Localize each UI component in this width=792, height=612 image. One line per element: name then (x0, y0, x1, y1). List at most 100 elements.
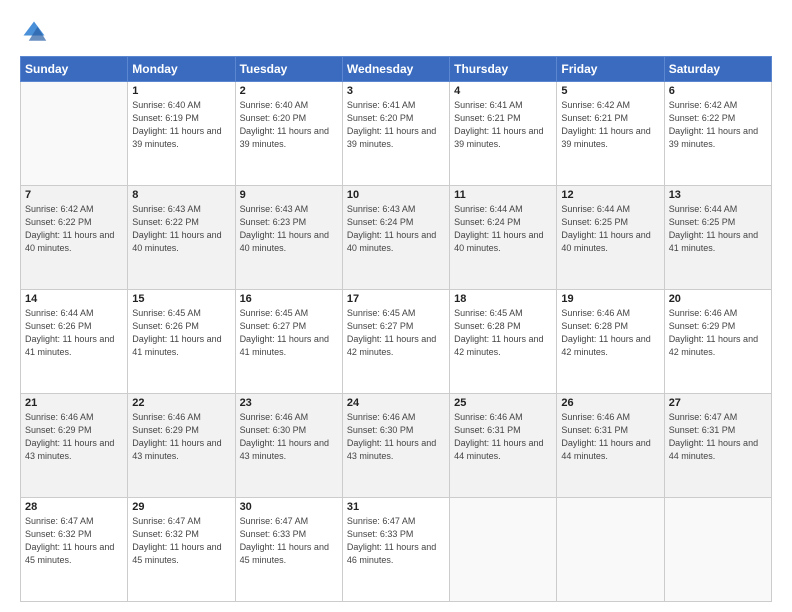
day-number: 29 (132, 501, 230, 513)
day-number: 14 (25, 293, 123, 305)
calendar-cell (557, 498, 664, 602)
calendar-cell: 12 Sunrise: 6:44 AM Sunset: 6:25 PM Dayli… (557, 186, 664, 290)
column-header-friday: Friday (557, 57, 664, 82)
day-detail: Sunrise: 6:46 AM Sunset: 6:31 PM Dayligh… (454, 411, 552, 463)
calendar-cell: 22 Sunrise: 6:46 AM Sunset: 6:29 PM Dayli… (128, 394, 235, 498)
column-header-sunday: Sunday (21, 57, 128, 82)
day-detail: Sunrise: 6:46 AM Sunset: 6:30 PM Dayligh… (240, 411, 338, 463)
calendar-cell: 23 Sunrise: 6:46 AM Sunset: 6:30 PM Dayli… (235, 394, 342, 498)
day-detail: Sunrise: 6:41 AM Sunset: 6:21 PM Dayligh… (454, 99, 552, 151)
calendar-cell: 5 Sunrise: 6:42 AM Sunset: 6:21 PM Daylig… (557, 82, 664, 186)
calendar-header-row: SundayMondayTuesdayWednesdayThursdayFrid… (21, 57, 772, 82)
calendar-cell: 26 Sunrise: 6:46 AM Sunset: 6:31 PM Dayli… (557, 394, 664, 498)
day-detail: Sunrise: 6:42 AM Sunset: 6:22 PM Dayligh… (669, 99, 767, 151)
calendar-cell: 9 Sunrise: 6:43 AM Sunset: 6:23 PM Daylig… (235, 186, 342, 290)
day-number: 28 (25, 501, 123, 513)
calendar-cell: 8Sunrise: 6:43 AM Sunset: 6:22 PM Daylig… (128, 186, 235, 290)
day-detail: Sunrise: 6:40 AM Sunset: 6:19 PM Dayligh… (132, 99, 230, 151)
calendar-cell: 4 Sunrise: 6:41 AM Sunset: 6:21 PM Daylig… (450, 82, 557, 186)
day-number: 16 (240, 293, 338, 305)
week-row-3: 14 Sunrise: 6:44 AM Sunset: 6:26 PM Dayli… (21, 290, 772, 394)
logo (20, 18, 52, 46)
day-number: 17 (347, 293, 445, 305)
day-number: 11 (454, 189, 552, 201)
day-detail: Sunrise: 6:46 AM Sunset: 6:30 PM Dayligh… (347, 411, 445, 463)
calendar-cell: 16 Sunrise: 6:45 AM Sunset: 6:27 PM Dayli… (235, 290, 342, 394)
day-detail: Sunrise: 6:46 AM Sunset: 6:31 PM Dayligh… (561, 411, 659, 463)
day-detail: Sunrise: 6:46 AM Sunset: 6:28 PM Dayligh… (561, 307, 659, 359)
day-detail: Sunrise: 6:47 AM Sunset: 6:33 PM Dayligh… (347, 515, 445, 567)
column-header-saturday: Saturday (664, 57, 771, 82)
page: SundayMondayTuesdayWednesdayThursdayFrid… (0, 0, 792, 612)
day-detail: Sunrise: 6:45 AM Sunset: 6:27 PM Dayligh… (347, 307, 445, 359)
calendar-cell: 2 Sunrise: 6:40 AM Sunset: 6:20 PM Daylig… (235, 82, 342, 186)
calendar-cell: 30 Sunrise: 6:47 AM Sunset: 6:33 PM Dayli… (235, 498, 342, 602)
calendar-cell: 17 Sunrise: 6:45 AM Sunset: 6:27 PM Dayli… (342, 290, 449, 394)
week-row-1: 1 Sunrise: 6:40 AM Sunset: 6:19 PM Daylig… (21, 82, 772, 186)
column-header-monday: Monday (128, 57, 235, 82)
calendar-cell: 1 Sunrise: 6:40 AM Sunset: 6:19 PM Daylig… (128, 82, 235, 186)
day-number: 6 (669, 85, 767, 97)
day-number: 2 (240, 85, 338, 97)
day-number: 5 (561, 85, 659, 97)
calendar-cell: 20 Sunrise: 6:46 AM Sunset: 6:29 PM Dayli… (664, 290, 771, 394)
day-detail: Sunrise: 6:41 AM Sunset: 6:20 PM Dayligh… (347, 99, 445, 151)
calendar-cell: 15 Sunrise: 6:45 AM Sunset: 6:26 PM Dayli… (128, 290, 235, 394)
day-number: 26 (561, 397, 659, 409)
column-header-thursday: Thursday (450, 57, 557, 82)
day-detail: Sunrise: 6:43 AM Sunset: 6:24 PM Dayligh… (347, 203, 445, 255)
day-detail: Sunrise: 6:45 AM Sunset: 6:28 PM Dayligh… (454, 307, 552, 359)
day-detail: Sunrise: 6:47 AM Sunset: 6:32 PM Dayligh… (132, 515, 230, 567)
day-detail: Sunrise: 6:43 AM Sunset: 6:23 PM Dayligh… (240, 203, 338, 255)
day-number: 22 (132, 397, 230, 409)
calendar-cell: 19 Sunrise: 6:46 AM Sunset: 6:28 PM Dayli… (557, 290, 664, 394)
calendar-cell: 7Sunrise: 6:42 AM Sunset: 6:22 PM Daylig… (21, 186, 128, 290)
day-detail: Sunrise: 6:40 AM Sunset: 6:20 PM Dayligh… (240, 99, 338, 151)
calendar-cell: 27Sunrise: 6:47 AM Sunset: 6:31 PM Dayli… (664, 394, 771, 498)
week-row-5: 28 Sunrise: 6:47 AM Sunset: 6:32 PM Dayli… (21, 498, 772, 602)
day-detail: Sunrise: 6:44 AM Sunset: 6:25 PM Dayligh… (561, 203, 659, 255)
day-detail: Sunrise: 6:44 AM Sunset: 6:26 PM Dayligh… (25, 307, 123, 359)
column-header-tuesday: Tuesday (235, 57, 342, 82)
day-number: 8 (132, 189, 230, 201)
calendar-cell: 3Sunrise: 6:41 AM Sunset: 6:20 PM Daylig… (342, 82, 449, 186)
day-number: 15 (132, 293, 230, 305)
calendar-cell: 18Sunrise: 6:45 AM Sunset: 6:28 PM Dayli… (450, 290, 557, 394)
week-row-2: 7Sunrise: 6:42 AM Sunset: 6:22 PM Daylig… (21, 186, 772, 290)
day-detail: Sunrise: 6:45 AM Sunset: 6:27 PM Dayligh… (240, 307, 338, 359)
day-number: 12 (561, 189, 659, 201)
week-row-4: 21 Sunrise: 6:46 AM Sunset: 6:29 PM Dayli… (21, 394, 772, 498)
day-detail: Sunrise: 6:44 AM Sunset: 6:24 PM Dayligh… (454, 203, 552, 255)
day-number: 13 (669, 189, 767, 201)
day-detail: Sunrise: 6:47 AM Sunset: 6:31 PM Dayligh… (669, 411, 767, 463)
calendar-cell: 6 Sunrise: 6:42 AM Sunset: 6:22 PM Daylig… (664, 82, 771, 186)
day-number: 1 (132, 85, 230, 97)
day-number: 10 (347, 189, 445, 201)
day-detail: Sunrise: 6:44 AM Sunset: 6:25 PM Dayligh… (669, 203, 767, 255)
calendar-cell: 24Sunrise: 6:46 AM Sunset: 6:30 PM Dayli… (342, 394, 449, 498)
day-detail: Sunrise: 6:46 AM Sunset: 6:29 PM Dayligh… (132, 411, 230, 463)
calendar-cell: 25 Sunrise: 6:46 AM Sunset: 6:31 PM Dayli… (450, 394, 557, 498)
day-number: 31 (347, 501, 445, 513)
day-detail: Sunrise: 6:46 AM Sunset: 6:29 PM Dayligh… (25, 411, 123, 463)
column-header-wednesday: Wednesday (342, 57, 449, 82)
calendar-cell: 31 Sunrise: 6:47 AM Sunset: 6:33 PM Dayli… (342, 498, 449, 602)
day-number: 4 (454, 85, 552, 97)
day-detail: Sunrise: 6:47 AM Sunset: 6:33 PM Dayligh… (240, 515, 338, 567)
day-number: 19 (561, 293, 659, 305)
day-detail: Sunrise: 6:45 AM Sunset: 6:26 PM Dayligh… (132, 307, 230, 359)
calendar-cell (664, 498, 771, 602)
calendar-cell: 13 Sunrise: 6:44 AM Sunset: 6:25 PM Dayli… (664, 186, 771, 290)
calendar-cell: 11 Sunrise: 6:44 AM Sunset: 6:24 PM Dayli… (450, 186, 557, 290)
day-number: 30 (240, 501, 338, 513)
day-number: 21 (25, 397, 123, 409)
day-number: 9 (240, 189, 338, 201)
calendar-cell (21, 82, 128, 186)
day-detail: Sunrise: 6:42 AM Sunset: 6:21 PM Dayligh… (561, 99, 659, 151)
day-detail: Sunrise: 6:42 AM Sunset: 6:22 PM Dayligh… (25, 203, 123, 255)
calendar-cell: 28Sunrise: 6:47 AM Sunset: 6:32 PM Dayli… (21, 498, 128, 602)
day-detail: Sunrise: 6:46 AM Sunset: 6:29 PM Dayligh… (669, 307, 767, 359)
day-number: 23 (240, 397, 338, 409)
day-number: 20 (669, 293, 767, 305)
day-number: 25 (454, 397, 552, 409)
